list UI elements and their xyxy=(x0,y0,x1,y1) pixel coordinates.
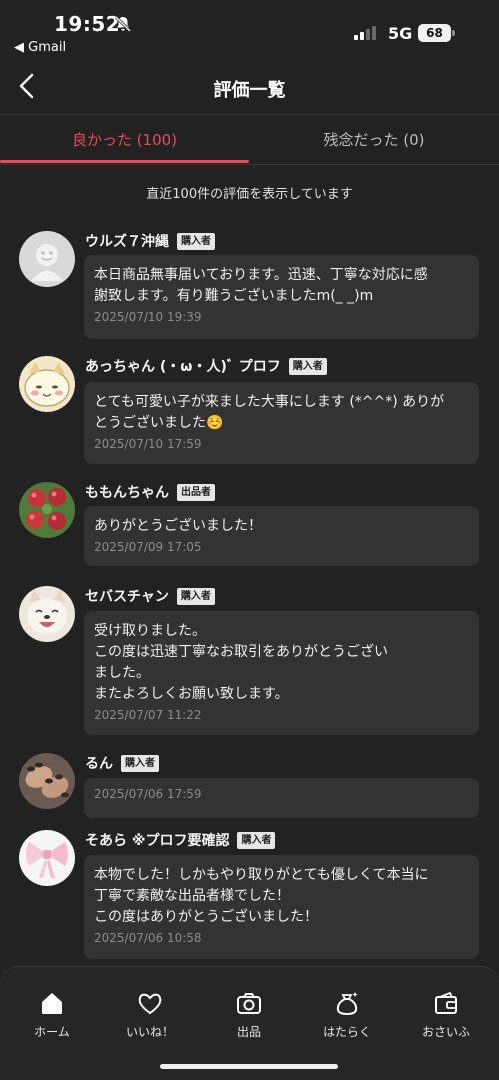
nav-sell-label: 出品 xyxy=(236,1025,261,1039)
nav-likes-label: いいね！ xyxy=(125,1025,174,1039)
review-date: 2025/07/10 17:59 xyxy=(94,437,202,451)
peaches-photo-avatar[interactable] xyxy=(19,482,75,538)
default-avatar-icon[interactable] xyxy=(19,231,75,287)
tab-good[interactable]: 良かった (100) xyxy=(0,115,249,165)
review-date: 2025/07/06 17:59 xyxy=(94,787,202,801)
battery-level: 68 xyxy=(418,24,451,42)
network-type: 5G xyxy=(388,24,413,43)
wallet-icon xyxy=(435,991,457,1014)
camera-icon xyxy=(237,993,261,1014)
review-bubble: 本日商品無事届いております。迅速、丁寧な対応に感 謝致します。有り難うございまし… xyxy=(84,255,479,339)
tab-bad[interactable]: 残念だった (0) xyxy=(249,115,499,165)
role-badge: 出品者 xyxy=(177,483,215,501)
nav-home[interactable]: ホーム xyxy=(4,989,100,1040)
review-date: 2025/07/10 19:39 xyxy=(94,310,202,324)
status-time: 19:52 xyxy=(54,12,121,36)
role-badge: 購入者 xyxy=(121,754,159,772)
nav-work[interactable]: はたらく xyxy=(299,989,395,1040)
active-tab-indicator xyxy=(0,160,249,163)
rating-tabs: 良かった (100) 残念だった (0) xyxy=(0,114,499,165)
review-message: 本日商品無事届いております。迅速、丁寧な対応に感 謝致します。有り難うございまし… xyxy=(94,267,428,304)
bottom-navigation: ホーム いいね！ 出品 はたらく おさいふ xyxy=(0,966,499,1080)
nav-work-label: はたらく xyxy=(323,1025,371,1039)
battery-icon: 68 xyxy=(418,24,456,42)
review-message: とても可愛い子が来ました大事にします (*^^*) ありが とうございました☺️ xyxy=(94,394,445,431)
money-bag-icon xyxy=(336,992,358,1016)
nav-home-label: ホーム xyxy=(34,1025,70,1039)
reviewer-name[interactable]: ももんちゃん xyxy=(85,482,169,502)
signal-icon xyxy=(354,26,376,40)
reviewer-name[interactable]: セバスチャン xyxy=(85,586,169,606)
review-bubble: 受け取りました。 この度は迅速丁寧なお取引をありがとうござい ました。 またよろ… xyxy=(84,611,479,735)
nails-photo-avatar[interactable] xyxy=(19,753,75,809)
home-icon xyxy=(42,993,62,1014)
review-date: 2025/07/06 10:58 xyxy=(94,931,202,945)
reviewer-name[interactable]: るん xyxy=(85,753,113,773)
reviewer-name[interactable]: ウルズ７沖縄 xyxy=(85,231,169,251)
role-badge: 購入者 xyxy=(177,232,215,250)
review-message: 受け取りました。 この度は迅速丁寧なお取引をありがとうござい ました。 またよろ… xyxy=(94,623,388,702)
back-to-gmail-link[interactable]: ◀ Gmail xyxy=(14,40,66,55)
role-badge: 購入者 xyxy=(176,587,215,605)
silent-bell-icon xyxy=(114,15,132,33)
heart-icon xyxy=(138,993,162,1015)
cat-illustration-avatar[interactable] xyxy=(19,356,75,412)
page-title: 評価一覧 xyxy=(213,80,286,101)
nav-sell[interactable]: 出品 xyxy=(201,989,297,1040)
smiling-dog-avatar[interactable] xyxy=(19,586,75,642)
pink-bow-avatar[interactable] xyxy=(19,830,75,886)
review-count-notice: 直近100件の評価を表示しています xyxy=(146,187,353,202)
reviewer-name[interactable]: あっちゃん (・ω・人)ﾞ プロフ xyxy=(85,356,281,376)
role-badge: 購入者 xyxy=(237,831,276,849)
app-header: 評価一覧 xyxy=(0,58,499,114)
review-bubble: 2025/07/06 17:59 xyxy=(84,778,479,818)
review-date: 2025/07/07 11:22 xyxy=(94,708,202,722)
review-message: ありがとうございました！ xyxy=(94,518,262,534)
nav-wallet[interactable]: おさいふ xyxy=(398,989,494,1040)
status-bar: 19:52 ◀ Gmail 5G 68 xyxy=(0,0,499,58)
role-badge: 購入者 xyxy=(288,357,327,375)
home-indicator xyxy=(160,1064,338,1069)
reviewer-name[interactable]: そあら ※プロフ要確認 xyxy=(85,830,229,850)
review-bubble: 本物でした！しかもやり取りがとても優しくて本当に 丁寧で素敵な出品者様でした！ … xyxy=(84,855,479,959)
nav-likes[interactable]: いいね！ xyxy=(102,989,198,1040)
review-date: 2025/07/09 17:05 xyxy=(94,540,202,554)
nav-wallet-label: おさいふ xyxy=(421,1025,470,1039)
review-bubble: ありがとうございました！ 2025/07/09 17:05 xyxy=(84,506,479,566)
review-message: 本物でした！しかもやり取りがとても優しくて本当に 丁寧で素敵な出品者様でした！ … xyxy=(94,867,429,925)
review-bubble: とても可愛い子が来ました大事にします (*^^*) ありが とうございました☺️… xyxy=(84,382,479,464)
